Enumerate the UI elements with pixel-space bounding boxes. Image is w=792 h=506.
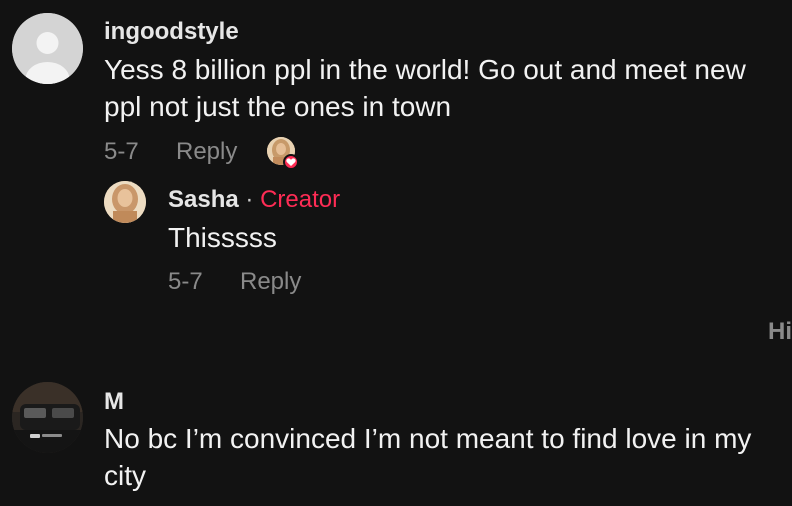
avatar[interactable] — [104, 181, 146, 223]
separator-dot: · — [245, 186, 254, 213]
avatar[interactable] — [12, 13, 83, 84]
creator-badge: Creator — [260, 186, 341, 213]
heart-icon — [283, 154, 299, 170]
hide-replies-clip: Hi — [768, 318, 792, 348]
reply-date: 5-7 — [168, 268, 203, 295]
reply-text: Thisssss — [168, 222, 277, 253]
comment-text: Yess 8 billion ppl in the world! Go out … — [104, 54, 746, 122]
default-user-icon — [12, 13, 83, 84]
reply-author-line: Sasha · Creator — [168, 186, 340, 214]
comment-username[interactable]: ingoodstyle — [104, 18, 239, 46]
comment-date: 5-7 — [104, 138, 139, 165]
creator-liked-indicator — [267, 137, 299, 171]
hide-replies-button[interactable]: Hi — [768, 318, 792, 346]
comment-text: No bc I’m convinced I’m not meant to fin… — [104, 423, 752, 491]
reply-button[interactable]: Reply — [240, 268, 301, 296]
reply-button[interactable]: Reply — [176, 138, 237, 166]
avatar[interactable] — [12, 382, 83, 453]
comment-username[interactable]: M — [104, 388, 124, 416]
reply-username[interactable]: Sasha — [168, 186, 239, 213]
user-photo-icon — [12, 382, 83, 453]
user-photo-icon — [104, 181, 146, 223]
